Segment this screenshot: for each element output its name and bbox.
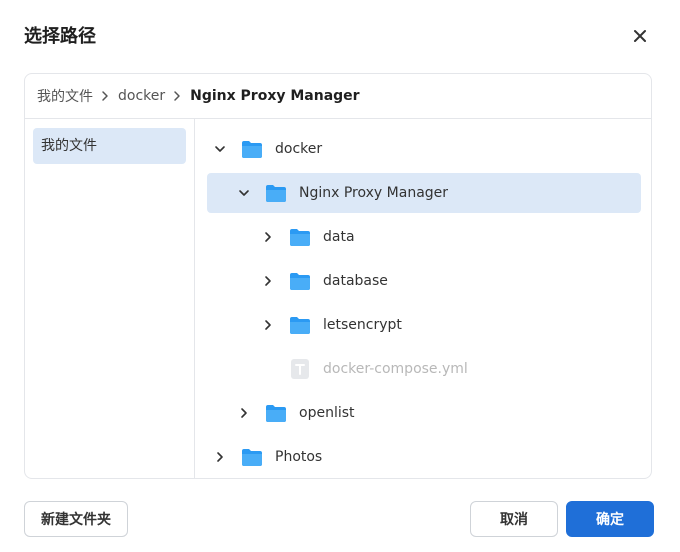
tree-item-database[interactable]: database [207, 261, 641, 301]
folder-icon [266, 185, 286, 202]
tree-item-label: data [323, 229, 355, 245]
close-button[interactable] [628, 24, 652, 48]
text-file-icon [291, 359, 309, 379]
breadcrumb-item-current: Nginx Proxy Manager [190, 88, 360, 104]
tree-item-nginx-proxy-manager[interactable]: Nginx Proxy Manager [207, 173, 641, 213]
chevron-right-icon[interactable] [261, 274, 275, 288]
cancel-button[interactable]: 取消 [470, 501, 558, 537]
confirm-button[interactable]: 确定 [566, 501, 654, 537]
chevron-right-icon[interactable] [261, 230, 275, 244]
folder-icon [242, 449, 262, 466]
sidebar: 我的文件 [25, 119, 195, 478]
chevron-right-icon[interactable] [261, 318, 275, 332]
folder-icon [290, 229, 310, 246]
folder-icon [242, 141, 262, 158]
sidebar-item-my-files[interactable]: 我的文件 [33, 128, 186, 164]
chevron-right-icon [174, 91, 180, 101]
breadcrumb: 我的文件 docker Nginx Proxy Manager [25, 74, 651, 119]
dialog-title: 选择路径 [24, 26, 96, 47]
tree-item-data[interactable]: data [207, 217, 641, 257]
close-icon [634, 30, 646, 42]
folder-icon [290, 317, 310, 334]
folder-tree: docker Nginx Proxy Manager data database… [195, 119, 651, 478]
folder-icon [290, 273, 310, 290]
path-picker-panel: 我的文件 docker Nginx Proxy Manager 我的文件 doc… [24, 73, 652, 479]
tree-item-label: database [323, 273, 388, 289]
breadcrumb-item-docker[interactable]: docker [118, 88, 165, 104]
tree-item-label: letsencrypt [323, 317, 402, 333]
chevron-down-icon[interactable] [213, 142, 227, 156]
tree-item-letsencrypt[interactable]: letsencrypt [207, 305, 641, 345]
tree-item-label: Nginx Proxy Manager [299, 185, 449, 201]
chevron-down-icon[interactable] [237, 186, 251, 200]
tree-item-openlist[interactable]: openlist [207, 393, 641, 433]
tree-item-docker[interactable]: docker [207, 129, 641, 169]
chevron-right-icon [102, 91, 108, 101]
folder-icon [266, 405, 286, 422]
tree-item-label: Photos [275, 449, 323, 465]
tree-item-label: openlist [299, 405, 355, 421]
tree-item-label: docker [275, 141, 323, 157]
tree-item-label: docker-compose.yml [323, 361, 468, 377]
new-folder-button[interactable]: 新建文件夹 [24, 501, 128, 537]
tree-item-photos[interactable]: Photos [207, 437, 641, 477]
tree-item-docker-compose-yml: docker-compose.yml [207, 349, 641, 389]
chevron-right-icon[interactable] [213, 450, 227, 464]
breadcrumb-item-my-files[interactable]: 我的文件 [37, 86, 93, 106]
chevron-right-icon[interactable] [237, 406, 251, 420]
